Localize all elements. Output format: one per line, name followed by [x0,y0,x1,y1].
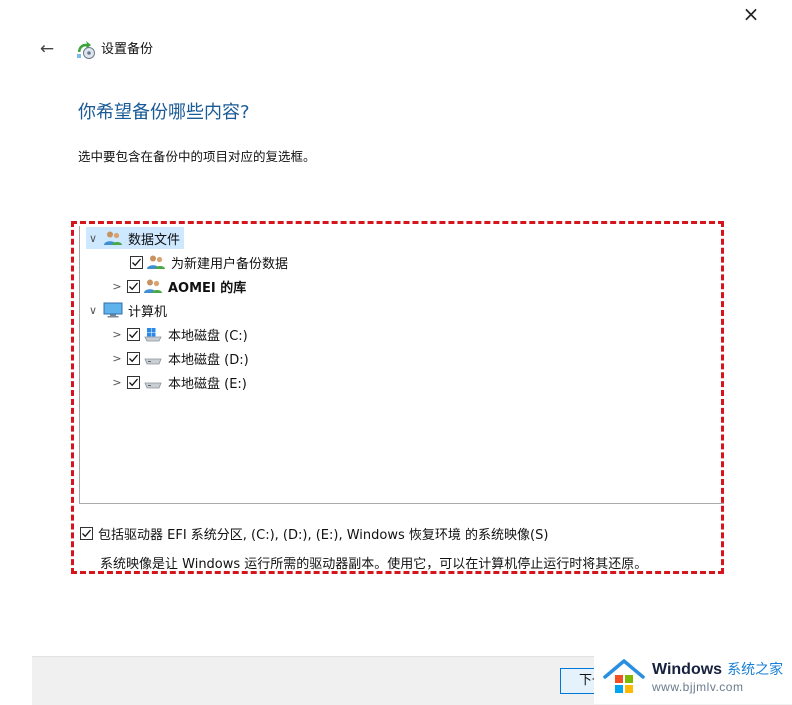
tree-item-label: AOMEI 的库 [168,280,247,296]
drive-e-checkbox[interactable] [127,375,140,389]
tree-item-aomei-library[interactable]: > AOMEI 的库 [110,275,246,297]
tree-item-label: 本地磁盘 (E:) [168,376,247,392]
chevron-right-icon[interactable]: > [110,376,124,389]
chevron-right-icon[interactable]: > [110,280,124,293]
monitor-icon [103,302,123,318]
users-icon [144,279,162,293]
system-image-checkbox[interactable] [80,527,93,540]
tree-item-label: 数据文件 [128,232,181,248]
aomei-checkbox[interactable] [127,279,140,293]
tree-item-label: 本地磁盘 (D:) [168,352,249,368]
house-windows-logo-icon [603,659,645,693]
tree-item-drive-c[interactable]: > 本地磁盘 (C:) [110,323,248,345]
tree-item-label: 本地磁盘 (C:) [168,328,248,344]
new-users-checkbox[interactable] [130,255,143,269]
chevron-down-icon[interactable]: ∨ [86,232,100,245]
site-watermark: Windows 系统之家 www.bjjmlv.com [594,650,792,704]
chevron-down-icon[interactable]: ∨ [86,304,100,317]
drive-c-checkbox[interactable] [127,327,140,341]
check-icon [82,529,91,538]
chevron-right-icon[interactable]: > [110,328,124,341]
tree-item-computer[interactable]: ∨ 计算机 [86,299,167,321]
check-icon [129,330,138,338]
chevron-right-icon[interactable]: > [110,352,124,365]
users-icon [104,231,122,245]
tree-item-new-users[interactable]: 为新建用户备份数据 [130,251,288,273]
tree-item-drive-d[interactable]: > 本地磁盘 (D:) [110,347,249,369]
page-instruction: 选中要包含在备份中的项目对应的复选框。 [78,149,316,164]
check-icon [129,378,138,386]
back-arrow-icon[interactable]: ← [36,38,58,60]
page-heading: 你希望备份哪些内容? [78,102,250,123]
windows-drive-icon [144,328,162,342]
wizard-title: 设置备份 [101,42,154,57]
backup-wizard-icon [77,41,95,59]
system-image-description: 系统映像是让 Windows 运行所需的驱动器副本。使用它，可以在计算机停止运行… [100,557,648,572]
tree-item-data-files[interactable]: ∨ 数据文件 [86,227,185,249]
backup-items-tree[interactable]: ∨ 数据文件 为新建用户备份数据 > AOMEI 的库 ∨ 计算机 > 本地磁盘… [79,226,724,504]
check-icon [129,282,138,290]
users-icon [147,255,165,269]
drive-icon [144,358,162,365]
watermark-cn: 系统之家 [727,661,784,678]
watermark-url: www.bjjmlv.com [652,679,744,694]
system-image-label: 包括驱动器 EFI 系统分区, (C:), (D:), (E:), Window… [98,528,549,543]
tree-item-label: 为新建用户备份数据 [171,256,289,272]
watermark-brand: Windows [652,660,723,678]
tree-item-drive-e[interactable]: > 本地磁盘 (E:) [110,371,247,393]
check-icon [132,258,141,266]
drive-d-checkbox[interactable] [127,351,140,365]
drive-icon [144,382,162,389]
close-button[interactable]: × [736,2,766,26]
system-image-option[interactable]: 包括驱动器 EFI 系统分区, (C:), (D:), (E:), Window… [80,524,548,543]
tree-item-label: 计算机 [128,304,168,320]
check-icon [129,354,138,362]
